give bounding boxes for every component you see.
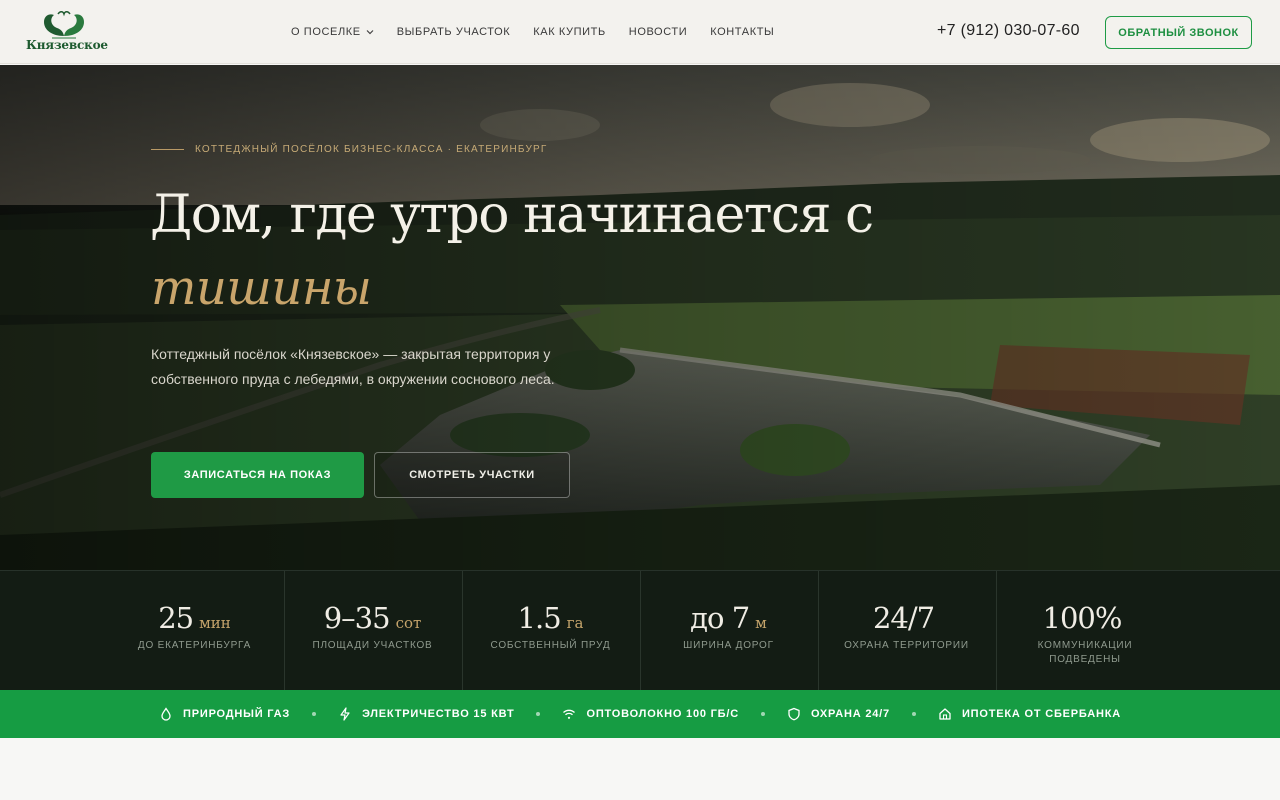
stat-item: 9–35 сот ПЛОЩАДИ УЧАСТКОВ [284, 571, 461, 691]
feature-label: ПРИРОДНЫЙ ГАЗ [183, 708, 291, 720]
nav-item-label: КАК КУПИТЬ [533, 26, 606, 38]
stat-item: до 7 м ШИРИНА ДОРОГ [640, 571, 817, 691]
nav-item-label: КОНТАКТЫ [710, 26, 775, 38]
separator-dot [312, 712, 317, 716]
stat-unit: га [566, 614, 584, 632]
separator-dot [911, 712, 916, 716]
nav-item-news[interactable]: НОВОСТИ [629, 26, 687, 38]
stat-item: 100% КОММУНИКАЦИИ ПОДВЕДЕНЫ [1020, 571, 1150, 691]
callback-button[interactable]: ОБРАТНЫЙ ЗВОНОК [1105, 16, 1252, 49]
stats-band: 25 мин ДО ЕКАТЕРИНБУРГА 9–35 сот ПЛОЩАДИ У… [0, 570, 1280, 691]
stat-unit: сот [395, 614, 422, 632]
feature-mortgage: ИПОТЕКА ОТ СБЕРБАНКА [938, 707, 1121, 721]
feature-fiber: ОПТОВОЛОКНО 100 ГБ/С [562, 707, 739, 721]
stat-label: ШИРИНА ДОРОГ [683, 640, 774, 651]
view-plots-button[interactable]: СМОТРЕТЬ УЧАСТКИ [374, 452, 570, 498]
nav-item-label: НОВОСТИ [628, 26, 688, 38]
hero-lead: Коттеджный посёлок «Князевское» — закрыт… [151, 346, 555, 387]
stat-divider [996, 571, 997, 691]
wifi-icon [563, 709, 576, 719]
swans-logo-icon [44, 11, 84, 39]
stat-item: 1.5 га СОБСТВЕННЫЙ ПРУД [462, 571, 639, 691]
chevron-down-icon [366, 30, 374, 35]
stat-unit: м [755, 614, 767, 632]
hero-title-accent: тишины [151, 260, 372, 316]
hero-title: Дом, где утро начинается с [150, 185, 874, 245]
nav-item-about[interactable]: О ПОСЕЛКЕ [291, 26, 374, 38]
drop-icon [161, 707, 171, 721]
eyebrow-divider [151, 149, 184, 150]
main-nav: О ПОСЕЛКЕ ВЫБРАТЬ УЧАСТОК КАК КУПИТЬ НОВ… [291, 0, 797, 64]
separator-dot [760, 712, 765, 716]
feature-security: ОХРАНА 24/7 [787, 707, 890, 721]
book-viewing-button[interactable]: ЗАПИСАТЬСЯ НА ПОКАЗ [151, 452, 364, 498]
home-icon [939, 708, 951, 720]
features-bar: ПРИРОДНЫЙ ГАЗ ЭЛЕКТРИЧЕСТВО 15 КВТ ОПТОВ… [0, 690, 1280, 738]
stat-value: 25 [158, 601, 194, 635]
feature-electricity: ЭЛЕКТРИЧЕСТВО 15 КВТ [338, 707, 514, 721]
nav-item-label: О ПОСЕЛКЕ [291, 26, 361, 38]
site-header: Князевское О ПОСЕЛКЕ ВЫБРАТЬ УЧАСТОК КАК… [0, 0, 1280, 64]
stat-item: 25 мин ДО ЕКАТЕРИНБУРГА [106, 571, 283, 691]
feature-gas: ПРИРОДНЫЙ ГАЗ [159, 707, 290, 721]
phone-link[interactable]: +7 (912) 030-07-60 [937, 22, 1080, 40]
hero-section: КОТТЕДЖНЫЙ ПОСЁЛОК БИЗНЕС-КЛАССА · ЕКАТЕ… [0, 65, 1280, 570]
nav-item-choose-plot[interactable]: ВЫБРАТЬ УЧАСТОК [397, 26, 511, 38]
stat-label: ОХРАНА ТЕРРИТОРИИ [844, 640, 969, 651]
separator-dot [536, 712, 541, 716]
next-section [0, 738, 1280, 800]
nav-item-contacts[interactable]: КОНТАКТЫ [710, 26, 774, 38]
stat-unit: мин [199, 614, 231, 632]
bolt-icon [340, 707, 350, 721]
feature-label: ОПТОВОЛОКНО 100 ГБ/С [586, 708, 739, 720]
stat-value: 1.5 [517, 601, 562, 635]
stat-value: 9–35 [323, 601, 391, 635]
nav-item-how-to-buy[interactable]: КАК КУПИТЬ [533, 26, 605, 38]
stat-value: 100% [1042, 601, 1123, 635]
stat-label: СОБСТВЕННЫЙ ПРУД [490, 640, 611, 651]
stat-label: ДО ЕКАТЕРИНБУРГА [137, 640, 252, 651]
hero-eyebrow: КОТТЕДЖНЫЙ ПОСЁЛОК БИЗНЕС-КЛАССА · ЕКАТЕ… [151, 144, 548, 155]
logo-text: Князевское [26, 38, 108, 52]
shield-icon [788, 707, 800, 721]
stat-value: 24/7 [872, 601, 935, 635]
stat-label: ПЛОЩАДИ УЧАСТКОВ [312, 640, 433, 651]
feature-label: ЭЛЕКТРИЧЕСТВО 15 КВТ [362, 708, 515, 720]
stat-value: до 7 [690, 601, 750, 635]
feature-label: ОХРАНА 24/7 [810, 708, 890, 720]
feature-label: ИПОТЕКА ОТ СБЕРБАНКА [961, 708, 1121, 720]
nav-item-label: ВЫБРАТЬ УЧАСТОК [396, 26, 511, 38]
stat-label: КОММУНИКАЦИИ ПОДВЕДЕНЫ [1037, 640, 1133, 665]
stat-item: 24/7 ОХРАНА ТЕРРИТОРИИ [818, 571, 995, 691]
eyebrow-text: КОТТЕДЖНЫЙ ПОСЁЛОК БИЗНЕС-КЛАССА · ЕКАТЕ… [195, 144, 548, 155]
logo[interactable]: Князевское [26, 10, 108, 54]
